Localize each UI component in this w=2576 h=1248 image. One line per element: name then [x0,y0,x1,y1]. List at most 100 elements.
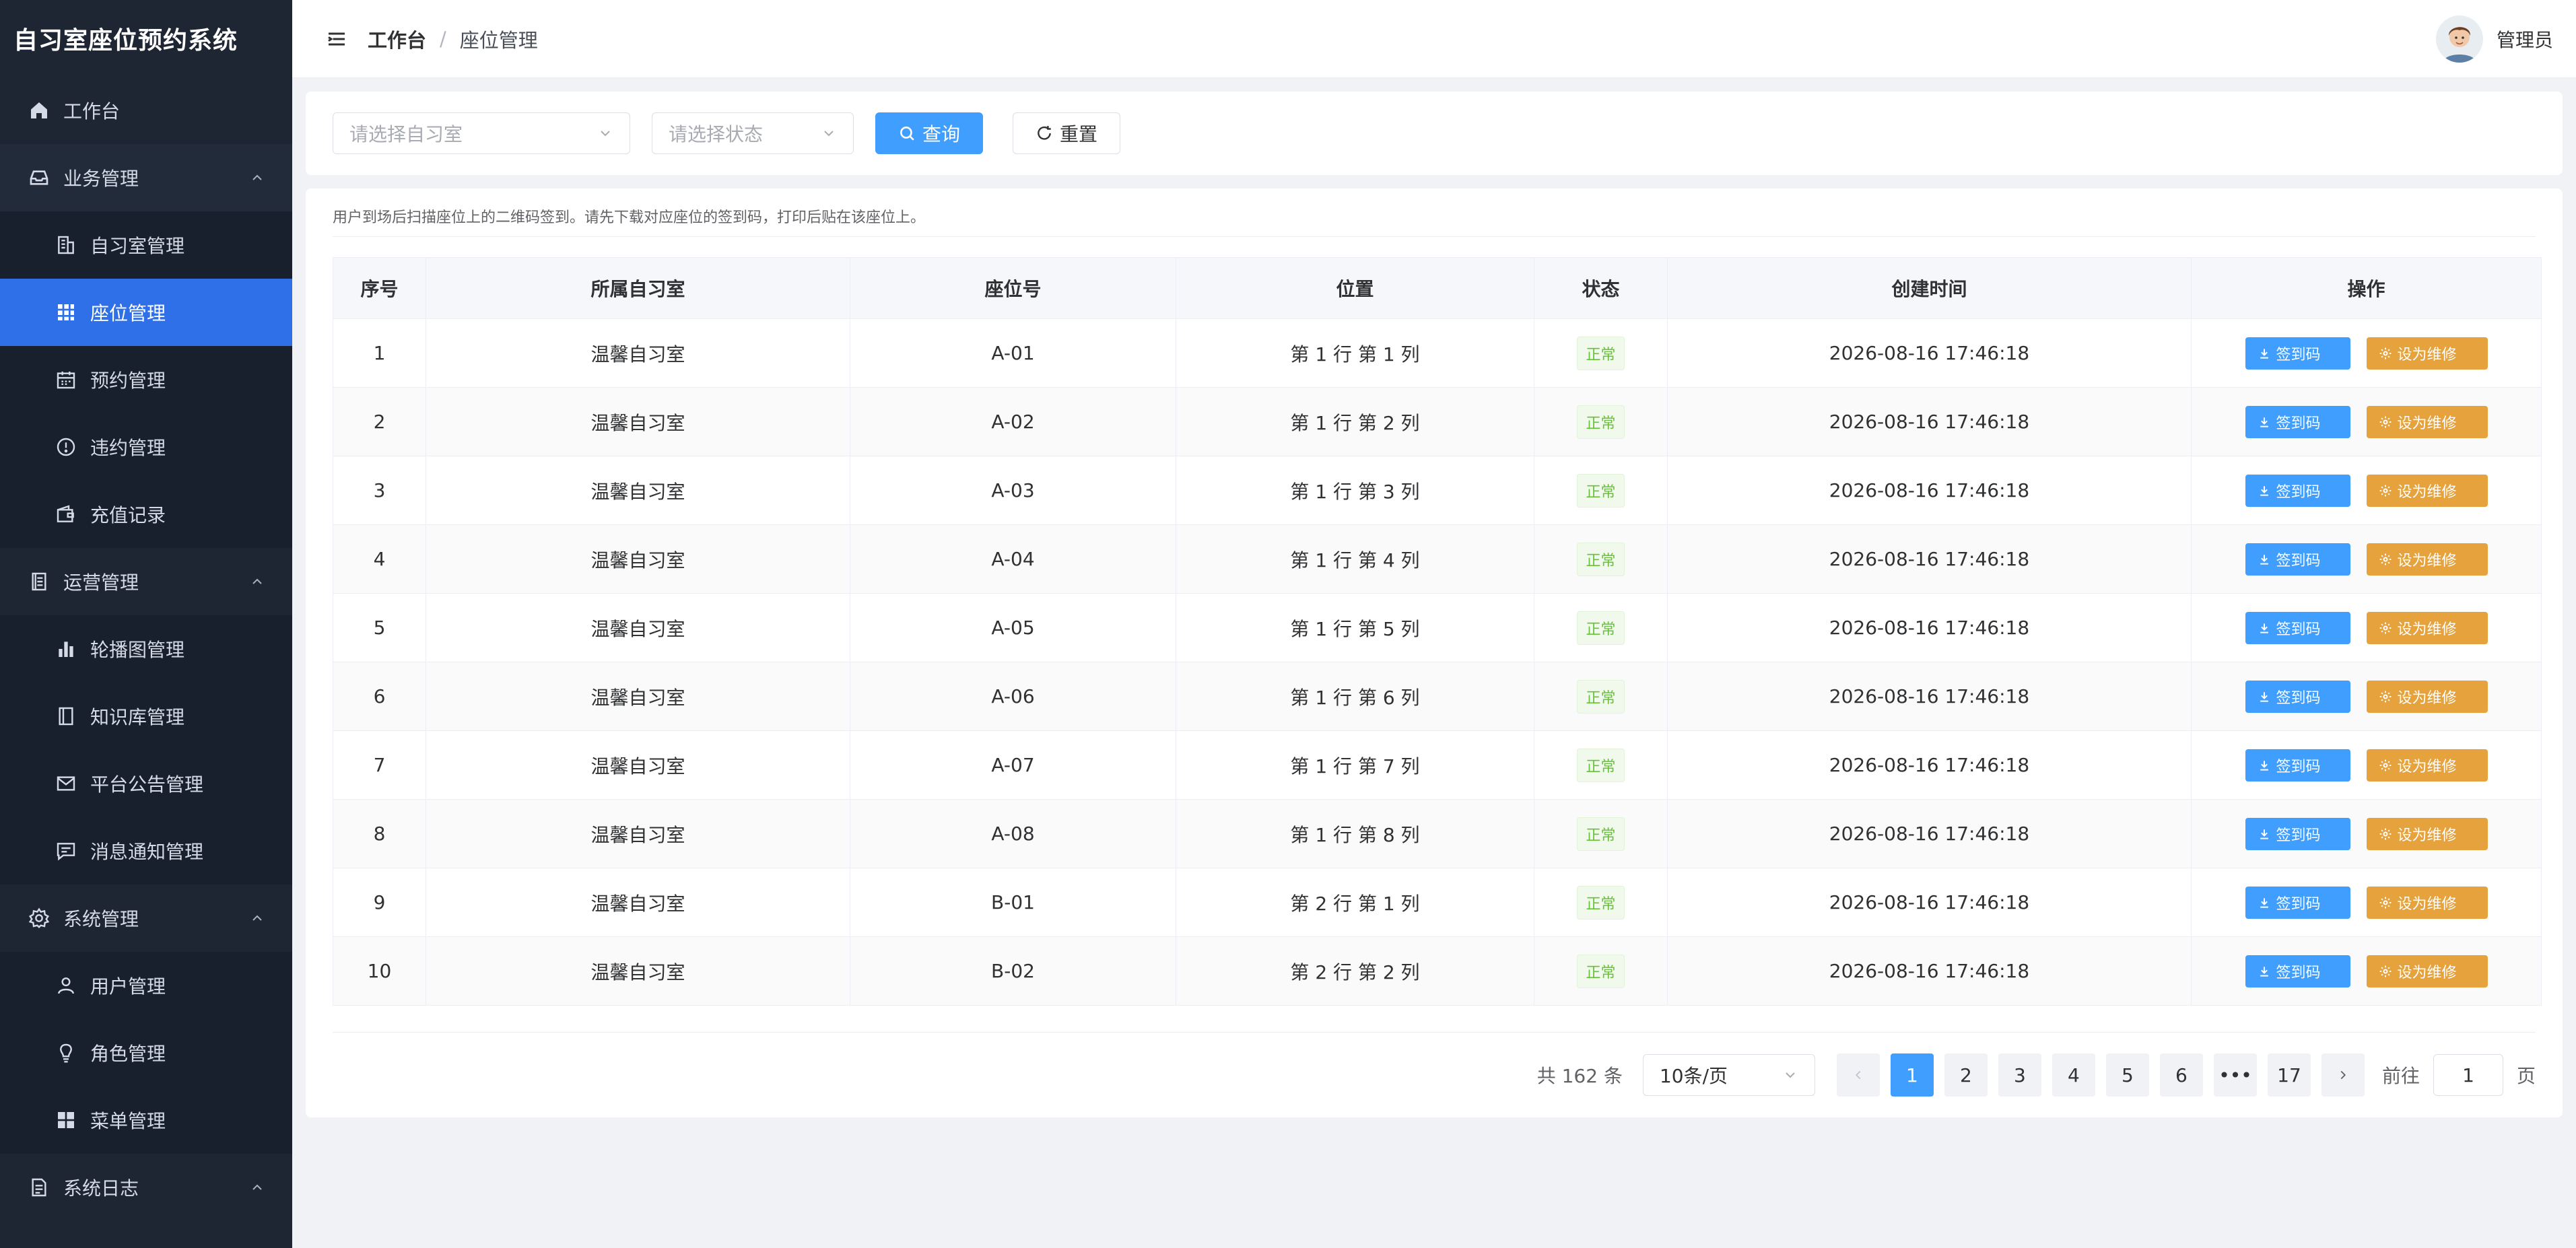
sidebar-item-message[interactable]: 消息通知管理 [0,817,292,885]
download-checkin-code-button[interactable]: 签到码 [2245,611,2350,644]
page-size-value: 10条/页 [1659,1065,1728,1087]
download-icon [2260,417,2268,427]
next-page-button[interactable] [2321,1053,2365,1097]
reset-button[interactable]: 重置 [1013,112,1120,154]
download-checkin-code-button[interactable]: 签到码 [2245,749,2350,782]
breadcrumb-home[interactable]: 工作台 [368,25,426,53]
set-maintenance-button[interactable]: 设为维修 [2366,405,2488,438]
set-maintenance-button[interactable]: 设为维修 [2366,474,2488,507]
cell-created: 2026-08-16 17:46:18 [1667,593,2192,662]
prev-page-button[interactable] [1836,1053,1880,1097]
room-select[interactable]: 请选择自习室 [333,112,630,154]
cell-created: 2026-08-16 17:46:18 [1667,662,2192,731]
cell-created: 2026-08-16 17:46:18 [1667,730,2192,800]
page-size-select[interactable]: 10条/页 [1642,1054,1815,1096]
cell-created: 2026-08-16 17:46:18 [1667,318,2192,388]
sidebar-item-recharge[interactable]: 充值记录 [0,481,292,548]
page-button[interactable]: 4 [2052,1053,2095,1097]
page-button[interactable]: 3 [1998,1053,2041,1097]
user-icon [54,973,78,998]
sidebar-group-system[interactable]: 系统管理 [0,885,292,952]
cell-index: 1 [333,318,426,388]
app-title: 自习室座位预约系统 [13,27,238,55]
page-button[interactable]: 1 [1890,1053,1934,1097]
button-label: 设为维修 [2397,895,2457,913]
download-icon [2260,623,2268,633]
gear-icon [2379,485,2391,496]
sidebar-group-log[interactable]: 系统日志 [0,1154,292,1221]
download-checkin-code-button[interactable]: 签到码 [2245,337,2350,370]
gear-icon [27,906,51,930]
button-label: 设为维修 [2397,964,2457,981]
status-badge: 正常 [1577,885,1625,920]
button-label: 签到码 [2276,758,2321,775]
cell-room: 温馨自习室 [426,868,850,937]
sidebar-item-knowledge[interactable]: 知识库管理 [0,683,292,750]
sidebar-item-menu[interactable]: 菜单管理 [0,1086,292,1154]
button-label: 设为维修 [2397,415,2457,432]
download-checkin-code-button[interactable]: 签到码 [2245,817,2350,850]
set-maintenance-button[interactable]: 设为维修 [2366,955,2488,987]
sidebar-item-workbench[interactable]: 工作台 [0,77,292,144]
cell-position: 第 1 行 第 4 列 [1176,524,1534,594]
sidebar-group-business[interactable]: 业务管理 [0,144,292,211]
download-checkin-code-button[interactable]: 签到码 [2245,543,2350,576]
sidebar-item-room[interactable]: 自习室管理 [0,211,292,279]
sidebar-item-user[interactable]: 用户管理 [0,952,292,1019]
cell-actions: 签到码 设为维修 [2191,936,2542,1006]
set-maintenance-button[interactable]: 设为维修 [2366,817,2488,850]
page-button[interactable]: 2 [1944,1053,1988,1097]
download-checkin-code-button[interactable]: 签到码 [2245,680,2350,713]
cell-index: 10 [333,936,426,1006]
status-badge: 正常 [1577,542,1625,576]
cell-position: 第 1 行 第 1 列 [1176,318,1534,388]
cell-room: 温馨自习室 [426,456,850,525]
apps-icon [54,1108,78,1132]
sidebar-item-notice[interactable]: 平台公告管理 [0,750,292,817]
cell-index: 9 [333,868,426,937]
set-maintenance-button[interactable]: 设为维修 [2366,886,2488,919]
download-checkin-code-button[interactable]: 签到码 [2245,474,2350,507]
cell-position: 第 1 行 第 7 列 [1176,730,1534,800]
button-label: 设为维修 [2397,483,2457,501]
status-badge: 正常 [1577,679,1625,714]
gear-icon [2379,828,2391,839]
jump-page-input[interactable]: 1 [2433,1054,2503,1096]
button-label: 设为维修 [2397,552,2457,569]
cell-position: 第 1 行 第 3 列 [1176,456,1534,525]
document-icon [27,569,51,594]
set-maintenance-button[interactable]: 设为维修 [2366,749,2488,782]
set-maintenance-button[interactable]: 设为维修 [2366,337,2488,370]
set-maintenance-button[interactable]: 设为维修 [2366,543,2488,576]
sidebar-item-carousel[interactable]: 轮播图管理 [0,615,292,683]
download-checkin-code-button[interactable]: 签到码 [2245,955,2350,987]
cell-created: 2026-08-16 17:46:18 [1667,456,2192,525]
sidebar-item-seat[interactable]: 座位管理 [0,279,292,346]
status-select[interactable]: 请选择状态 [652,112,854,154]
query-button[interactable]: 查询 [875,112,983,154]
cell-actions: 签到码 设为维修 [2191,593,2542,662]
gear-icon [2379,416,2391,427]
set-maintenance-button[interactable]: 设为维修 [2366,611,2488,644]
sidebar-item-label: 消息通知管理 [90,841,204,863]
page-button[interactable]: 6 [2159,1053,2203,1097]
sidebar-item-role[interactable]: 角色管理 [0,1019,292,1086]
page-button[interactable]: 17 [2267,1053,2311,1097]
sidebar-item-reservation[interactable]: 预约管理 [0,346,292,413]
cell-created: 2026-08-16 17:46:18 [1667,524,2192,594]
sidebar-group-operation[interactable]: 运营管理 [0,548,292,615]
sidebar-item-violation[interactable]: 违约管理 [0,413,292,481]
more-pages-button[interactable]: ••• [2213,1053,2257,1097]
menu-toggle-icon[interactable] [326,28,347,50]
jump-suffix: 页 [2516,1065,2536,1087]
button-label: 设为维修 [2397,621,2457,638]
download-checkin-code-button[interactable]: 签到码 [2245,405,2350,438]
table-row: 6 温馨自习室 A-06 第 1 行 第 6 列 正常 2026-08-16 17:46:… [333,662,2542,731]
chevron-up-icon [252,915,262,921]
col-seat: 座位号 [850,257,1176,319]
user-menu[interactable]: 管理员 [2435,15,2553,63]
set-maintenance-button[interactable]: 设为维修 [2366,680,2488,713]
page-button[interactable]: 5 [2105,1053,2149,1097]
download-checkin-code-button[interactable]: 签到码 [2245,886,2350,919]
download-icon [2260,485,2268,496]
